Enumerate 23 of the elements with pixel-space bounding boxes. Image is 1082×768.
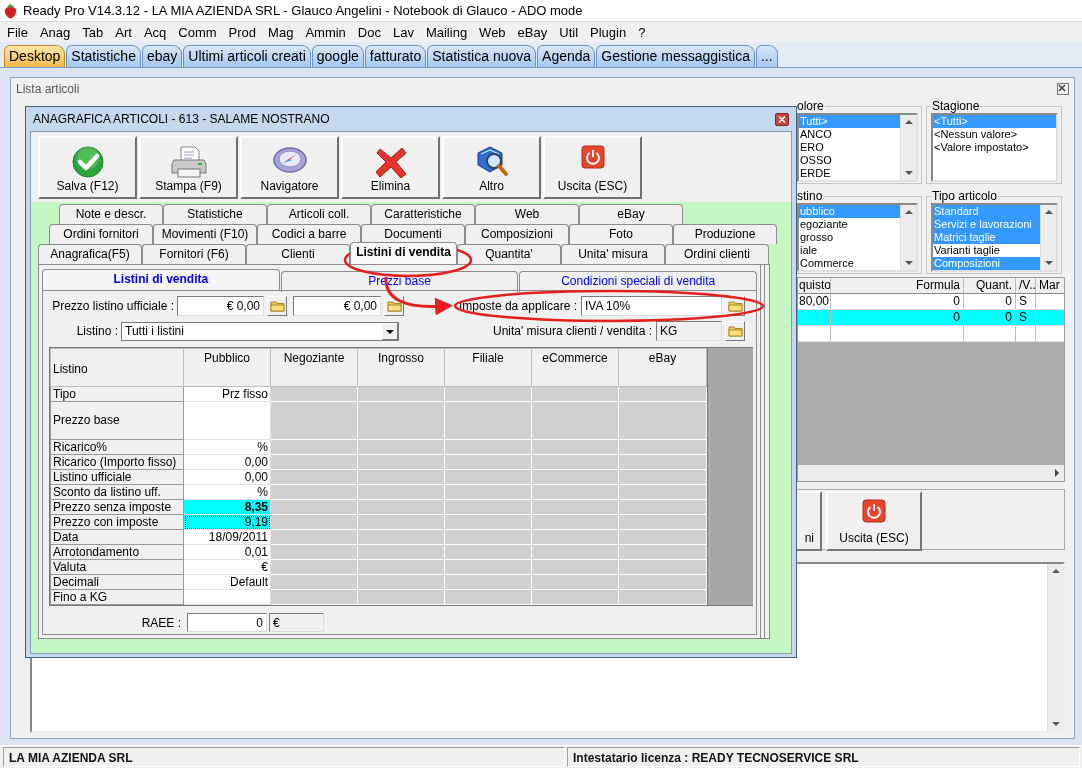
unit-field: € <box>269 613 324 632</box>
group-label: olore <box>797 100 825 113</box>
group-label: Tipo articolo <box>931 190 998 203</box>
group-label: Stagione <box>931 100 981 113</box>
field-label: Unita' misura clienti / vendita : <box>492 324 653 338</box>
field-label: Listino : <box>75 324 119 338</box>
table-cell: 0 <box>831 310 964 325</box>
status-text: LA MIA AZIENDA SRL <box>3 747 565 767</box>
row-label: Prezzo base <box>50 401 184 440</box>
table-cell: 0 <box>964 310 1016 325</box>
table-cell: 80,00 <box>798 294 831 309</box>
field-label: Prezzo listino ufficiale : <box>51 299 175 313</box>
table-cell: S <box>1016 294 1036 309</box>
field-label: RAEE : <box>140 615 182 630</box>
status-text: Intestatario licenza : READY TECNOSERVICE SRL <box>567 747 1080 767</box>
window-title: Lista articoli <box>16 81 80 96</box>
dialog-title: ANAGRAFICA ARTICOLI - 613 - SALAME NOSTRANO <box>33 112 330 126</box>
field-label: Imposte da applicare : <box>458 299 578 313</box>
group-label: stino <box>797 190 824 203</box>
table-cell: 0 <box>964 294 1016 309</box>
table-cell: S <box>1016 310 1036 325</box>
table-cell: 0 <box>831 294 964 309</box>
window-title: Ready Pro V14.3.12 - LA MIA AZIENDA SRL - Glauco Angelini - Notebook di Glauco - ADO mode <box>23 3 583 18</box>
